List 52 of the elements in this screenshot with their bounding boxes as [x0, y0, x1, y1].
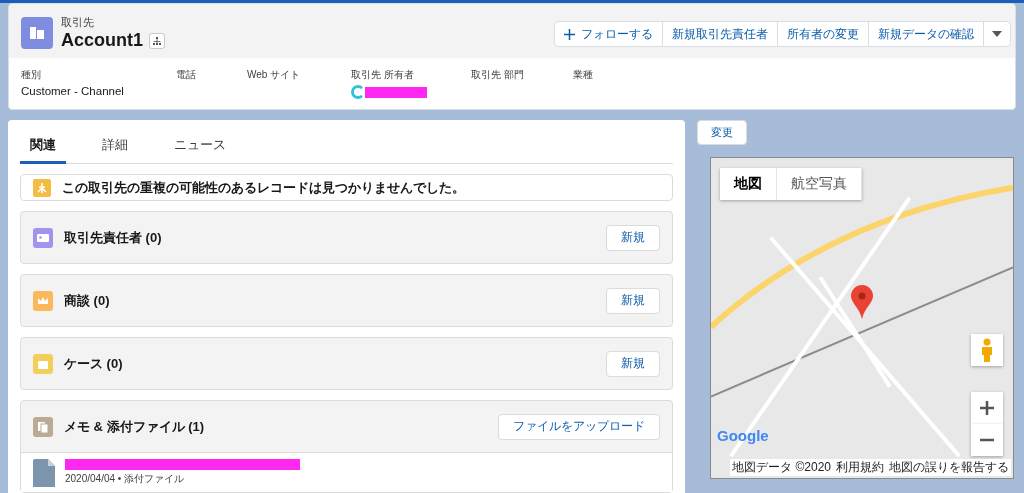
field-label: Web サイト [247, 68, 302, 82]
field-label: 電話 [176, 68, 197, 82]
map-logo: Google [717, 427, 769, 444]
hierarchy-icon [152, 35, 162, 46]
related-list-title: 商談 (0) [64, 291, 111, 310]
briefcase-icon [33, 353, 53, 374]
tab[interactable]: 関連 [20, 130, 66, 164]
tab[interactable]: ニュース [164, 130, 236, 164]
field-value: Customer - Channel [21, 85, 125, 97]
field-label: 業種 [573, 68, 594, 82]
more-actions-button[interactable] [983, 21, 1011, 47]
caret-down-icon [992, 31, 1002, 37]
map-data-credit: 地図データ ©2020 [732, 459, 831, 476]
record-title: Account1 [61, 30, 143, 51]
new-button[interactable]: 新規 [606, 224, 660, 251]
upload-button[interactable]: ファイルをアップロード [498, 413, 660, 440]
contact-card-icon [33, 227, 53, 248]
field-label: 種別 [21, 68, 42, 82]
plus-icon [979, 400, 995, 416]
hierarchy-button[interactable] [149, 32, 165, 49]
attachment-meta: 2020/04/04 • 添付ファイル [65, 472, 186, 486]
related-list-title: メモ & 添付ファイル (1) [64, 417, 206, 436]
follow-button[interactable]: フォローする [554, 21, 663, 47]
pegman-icon [980, 338, 994, 362]
action-button[interactable]: 新規取引先責任者 [662, 21, 778, 47]
field-label: 取引先 所有者 [351, 68, 415, 82]
plus-icon [564, 28, 575, 40]
object-type-label: 取引先 [61, 15, 95, 30]
map-type-button[interactable]: 地図 [720, 168, 777, 200]
zoom-out-button[interactable] [971, 424, 1003, 456]
tab[interactable]: 詳細 [92, 130, 138, 164]
map-footer-link[interactable]: 地図の誤りを報告する [889, 459, 1009, 476]
action-button[interactable]: 所有者の変更 [777, 21, 869, 47]
merge-icon [33, 178, 51, 197]
change-button[interactable]: 変更 [697, 120, 747, 145]
zoom-in-button[interactable] [971, 392, 1003, 424]
file-icon [33, 459, 55, 487]
action-button[interactable]: 新規データの確認 [868, 21, 984, 47]
related-list-title: ケース (0) [64, 354, 124, 373]
map-type-button[interactable]: 航空写真 [777, 168, 862, 200]
new-button[interactable]: 新規 [606, 287, 660, 314]
redaction-mark [365, 86, 427, 98]
minus-icon [979, 438, 995, 442]
notice-text: この取引先の重複の可能性のあるレコードは見つかりませんでした。 [62, 178, 465, 197]
building-icon [21, 17, 53, 49]
field-label: 取引先 部門 [471, 68, 525, 82]
crown-icon [33, 290, 53, 311]
map-pin-icon [851, 285, 873, 319]
related-list-title: 取引先責任者 (0) [64, 228, 163, 247]
new-button[interactable]: 新規 [606, 350, 660, 377]
map-footer-link[interactable]: 利用規約 [836, 459, 884, 476]
documents-icon [33, 416, 53, 437]
